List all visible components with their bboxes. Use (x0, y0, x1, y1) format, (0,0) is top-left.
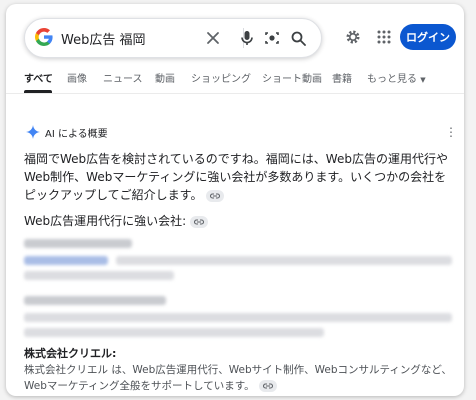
link-icon[interactable] (190, 215, 209, 228)
section-heading: Web広告運用代行に強い会社: (24, 212, 209, 229)
tab-videos[interactable]: 動画 (155, 70, 175, 85)
search-bar[interactable]: Web広告 福岡 (24, 18, 322, 58)
link-icon[interactable] (206, 189, 225, 202)
ai-sparkle-icon (26, 125, 40, 139)
search-icon[interactable] (288, 28, 308, 48)
tab-images[interactable]: 画像 (67, 70, 87, 85)
microphone-icon[interactable] (237, 28, 257, 48)
apps-grid-icon[interactable] (373, 26, 395, 48)
header-divider (6, 93, 464, 94)
search-input[interactable]: Web広告 福岡 (61, 29, 145, 48)
company-name: 株式会社クリエル: (24, 347, 117, 360)
redacted-company-name (24, 296, 166, 305)
ai-overview-label: AI による概要 (45, 128, 108, 140)
tab-books[interactable]: 書籍 (332, 70, 352, 85)
more-options-icon[interactable]: ⋮ (445, 124, 457, 140)
redacted-company-text (116, 256, 452, 265)
tab-shopping[interactable]: ショッピング (191, 70, 251, 85)
clear-icon[interactable] (203, 28, 223, 48)
login-button[interactable]: ログイン (400, 24, 456, 50)
redacted-company-text (24, 313, 452, 322)
ai-overview-intro: 福岡でWeb広告を検討されているのですね。福岡には、Web広告の運用代行やWeb… (24, 152, 448, 202)
camera-lens-icon[interactable] (262, 28, 282, 48)
gear-icon[interactable] (342, 26, 364, 48)
redacted-company-name (24, 239, 132, 248)
link-icon[interactable] (258, 380, 277, 392)
browser-page: Web広告 福岡 ログイン すべて 画像 ニュース 動画 ショッピング ショート… (6, 4, 464, 396)
redacted-company-link (24, 256, 108, 265)
ai-overview-header: AI による概要 (26, 124, 108, 140)
google-logo-icon[interactable] (35, 28, 53, 46)
company-description: 株式会社クリエル は、Web広告運用代行、Webサイト制作、Webコンサルティン… (24, 364, 452, 392)
tab-more[interactable]: もっと見る ▼ (367, 70, 426, 85)
tab-short-videos[interactable]: ショート動画 (262, 70, 322, 85)
redacted-company-text (24, 328, 324, 337)
chevron-down-icon: ▼ (420, 76, 426, 84)
tab-news[interactable]: ニュース (103, 70, 143, 85)
redacted-company-text (24, 271, 174, 280)
tab-all[interactable]: すべて (24, 70, 53, 85)
